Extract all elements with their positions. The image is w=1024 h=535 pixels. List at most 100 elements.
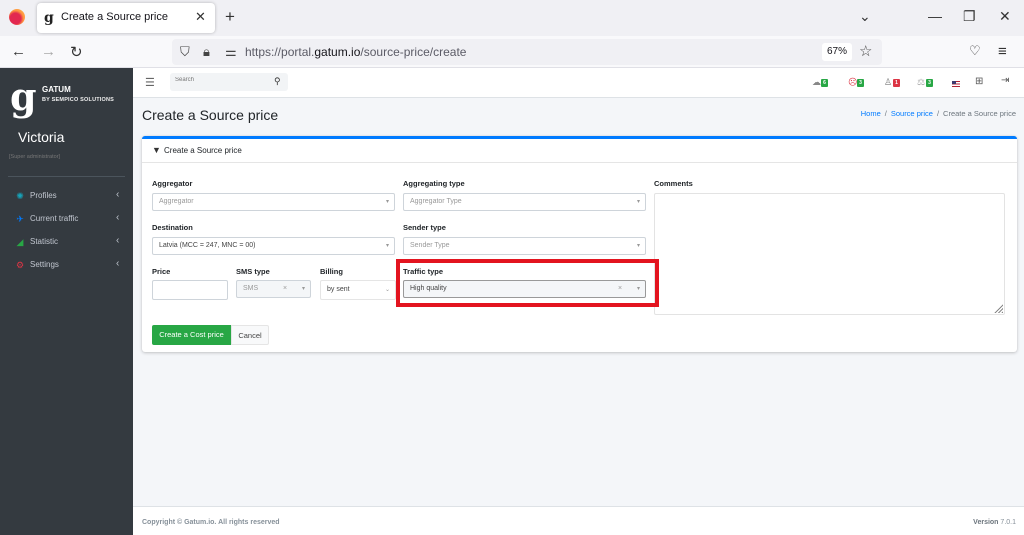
sms-type-value: SMS — [243, 285, 259, 292]
divider — [8, 176, 125, 177]
notification-badge: 3 — [926, 79, 933, 87]
card-title: Create a Source price — [164, 146, 242, 155]
create-cost-price-button[interactable]: Create a Cost price — [152, 325, 231, 345]
lock-icon[interactable]: 🔒︎ — [203, 44, 210, 60]
version-label: Version — [973, 519, 999, 526]
clear-icon[interactable]: × — [283, 285, 287, 292]
back-icon[interactable]: ← — [11, 43, 26, 60]
aggregating-type-select[interactable]: Aggregator Type ▾ — [403, 193, 646, 211]
sender-type-select[interactable]: Sender Type ▾ — [403, 237, 646, 255]
version-number: 7.0.1 — [1000, 519, 1016, 526]
browser-tab[interactable]: g Create a Source price ✕ — [37, 3, 215, 33]
gears-icon: ⚙ — [15, 260, 25, 270]
tab-list-chevron-icon[interactable]: ⌄ — [859, 8, 871, 25]
sidebar: g GATUM BY SEMPICO SOLUTIONS Victoria [S… — [0, 68, 133, 535]
aggregator-select[interactable]: Aggregator ▾ — [152, 193, 395, 211]
search-icon[interactable]: ⚲ — [274, 76, 281, 87]
zoom-level[interactable]: 67% — [822, 43, 852, 61]
dropdown-caret-icon: ▾ — [301, 286, 305, 292]
chevron-left-icon: ‹ — [116, 258, 120, 269]
shield-icon[interactable]: ⛉ — [180, 44, 190, 60]
user-name[interactable]: Victoria — [18, 129, 64, 145]
breadcrumb-separator: / — [884, 109, 887, 118]
notification-badge: 3 — [857, 79, 864, 87]
sidebar-item-current-traffic[interactable]: ✈ Current traffic ‹ — [0, 210, 133, 230]
sidebar-item-settings[interactable]: ⚙ Settings ‹ — [0, 256, 133, 276]
dropdown-caret-icon: ▾ — [636, 199, 640, 205]
messages-icon: ☁ — [812, 77, 821, 87]
billing-select[interactable]: by sent ⌄ — [320, 280, 396, 300]
user-role: [Super administrator] — [9, 154, 61, 160]
card-header: ▼ Create a Source price — [142, 139, 1017, 163]
comments-textarea[interactable] — [654, 193, 1005, 315]
copyright-text: Copyright © Gatum.io. All rights reserve… — [142, 519, 280, 526]
forward-icon[interactable]: → — [41, 43, 56, 60]
us-flag-icon[interactable] — [952, 81, 960, 87]
users-notification[interactable]: ♙ 1 — [884, 77, 906, 89]
breadcrumb-current: Create a Source price — [943, 109, 1016, 118]
gatum-logo-icon[interactable]: g — [10, 78, 37, 116]
sms-type-select[interactable]: SMS × ▾ — [236, 280, 311, 298]
version-text: Version 7.0.1 — [973, 519, 1016, 526]
minimize-icon[interactable]: — — [928, 8, 942, 24]
permissions-icon[interactable]: ⚌ — [225, 44, 237, 60]
reload-icon[interactable]: ↻ — [70, 43, 83, 61]
sidebar-item-label: Profiles — [30, 191, 57, 200]
messages-notification[interactable]: ☁ 6 — [812, 77, 834, 89]
chevron-down-icon: ⌄ — [384, 287, 390, 293]
alerts-notification[interactable]: ☹ 3 — [848, 77, 870, 89]
sender-type-placeholder: Sender Type — [410, 242, 450, 249]
browser-tab-bar: g Create a Source price ✕ + ⌄ — ❐ ✕ — [0, 0, 1024, 36]
chart-icon: ◢ — [16, 237, 24, 247]
notification-badge: 6 — [821, 79, 828, 87]
resize-handle-icon[interactable] — [994, 304, 1003, 313]
price-input[interactable] — [152, 280, 228, 300]
create-source-price-card: ▼ Create a Source price Aggregator Aggre… — [142, 136, 1017, 352]
sidebar-item-profiles[interactable]: ✺ Profiles ‹ — [0, 187, 133, 207]
breadcrumb-separator: / — [936, 109, 940, 118]
profiles-icon: ✺ — [16, 191, 24, 201]
firefox-icon[interactable] — [9, 9, 25, 25]
gatum-favicon-icon: g — [44, 10, 54, 26]
tab-title: Create a Source price — [61, 11, 168, 23]
balance-notification[interactable]: ⚖ 3 — [917, 77, 939, 89]
close-window-icon[interactable]: ✕ — [999, 8, 1011, 25]
balance-icon: ⚖ — [917, 77, 926, 87]
hamburger-icon[interactable]: ☰ — [145, 76, 155, 89]
filter-icon: ▼ — [152, 145, 161, 155]
restore-icon[interactable]: ❐ — [963, 8, 976, 25]
breadcrumb-source-price[interactable]: Source price — [891, 109, 933, 118]
breadcrumb-home[interactable]: Home — [861, 109, 881, 118]
aggregator-placeholder: Aggregator — [159, 198, 194, 205]
notification-badge: 1 — [893, 79, 900, 87]
destination-label: Destination — [152, 223, 193, 232]
pocket-icon[interactable]: ♡ — [969, 43, 981, 59]
close-tab-icon[interactable]: ✕ — [195, 9, 206, 25]
aggregator-label: Aggregator — [152, 179, 193, 188]
logout-icon[interactable]: ⇥ — [1001, 75, 1009, 86]
traffic-icon: ✈ — [16, 214, 24, 224]
chevron-left-icon: ‹ — [116, 212, 120, 223]
price-label: Price — [152, 267, 171, 276]
cancel-button[interactable]: Cancel — [231, 325, 269, 345]
destination-select[interactable]: Latvia (MCC = 247, MNC = 00) ▾ — [152, 237, 395, 255]
dropdown-caret-icon: ▾ — [385, 243, 389, 249]
url-text[interactable]: https://portal.gatum.io/source-price/cre… — [245, 45, 466, 59]
comments-label: Comments — [654, 179, 693, 188]
bookmark-star-icon[interactable]: ☆ — [859, 42, 872, 60]
search-input[interactable] — [175, 77, 267, 83]
chevron-left-icon: ‹ — [116, 189, 120, 200]
traffic-type-highlight-box — [396, 259, 659, 307]
brand-name: GATUM — [42, 85, 71, 94]
sidebar-item-statistic[interactable]: ◢ Statistic ‹ — [0, 233, 133, 253]
url-bar[interactable]: ⛉ 🔒︎ ⚌ https://portal.gatum.io/source-pr… — [172, 39, 882, 65]
page-title: Create a Source price — [142, 107, 279, 123]
brand-subtitle: BY SEMPICO SOLUTIONS — [42, 97, 115, 103]
sidebar-item-label: Current traffic — [30, 214, 79, 223]
search-box[interactable]: ⚲ — [170, 73, 288, 91]
aggregating-type-placeholder: Aggregator Type — [410, 198, 462, 205]
new-tab-icon[interactable]: + — [225, 7, 235, 27]
sidebar-item-label: Settings — [30, 260, 59, 269]
menu-icon[interactable]: ≡ — [998, 43, 1007, 60]
fullscreen-grid-icon[interactable]: ⊞ — [975, 76, 983, 87]
